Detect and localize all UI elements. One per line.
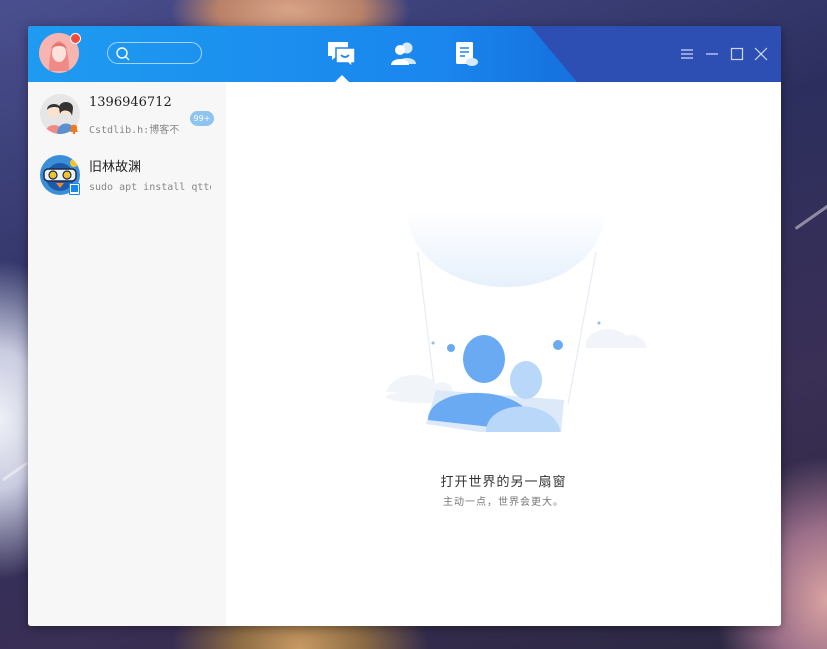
list-item[interactable]: 1396946712 Cstdlib.h:博客不 99+ [28, 82, 226, 142]
search-input[interactable] [107, 42, 202, 64]
wallpaper-streak [1, 461, 29, 482]
title-bar [28, 26, 781, 82]
menu-icon [681, 49, 693, 59]
notification-dot [70, 33, 81, 44]
hot-air-balloon-people-icon [386, 212, 647, 432]
menu-button[interactable] [680, 46, 694, 60]
maximize-icon [730, 47, 744, 61]
contact-name: 1396946712 [89, 95, 172, 110]
chat-bubble-icon [328, 42, 356, 69]
minimize-button[interactable] [705, 46, 719, 60]
empty-state-subtitle: 主动一点，世界会更大。 [443, 497, 564, 508]
last-message: sudo apt install qttoo [89, 182, 211, 193]
tab-documents[interactable] [450, 39, 484, 69]
tab-contacts[interactable] [387, 39, 421, 69]
list-item[interactable]: 旧林故渊 sudo apt install qttoo [28, 143, 226, 203]
empty-state-title: 打开世界的另一扇窗 [440, 475, 567, 490]
close-icon [754, 47, 768, 61]
contact-name: 旧林故渊 [89, 160, 142, 175]
qq-main-window: 1396946712 Cstdlib.h:博客不 99+ 旧林故渊 sudo a… [28, 26, 781, 626]
search-icon [116, 46, 130, 65]
unread-badge: 99+ [190, 111, 214, 126]
active-tab-indicator [335, 75, 349, 82]
tab-messages[interactable] [325, 39, 359, 69]
mobile-status-icon [69, 183, 80, 195]
status-bell-icon [70, 124, 78, 134]
conversation-list: 1396946712 Cstdlib.h:博客不 99+ 旧林故渊 sudo a… [28, 82, 226, 626]
maximize-button[interactable] [730, 46, 744, 61]
close-button[interactable] [754, 46, 768, 61]
document-icon [456, 42, 478, 66]
wallpaper-streak [794, 193, 827, 230]
chat-area: 打开世界的另一扇窗 主动一点，世界会更大。 [226, 82, 781, 626]
minimize-icon [706, 53, 718, 55]
contacts-icon [391, 42, 416, 65]
